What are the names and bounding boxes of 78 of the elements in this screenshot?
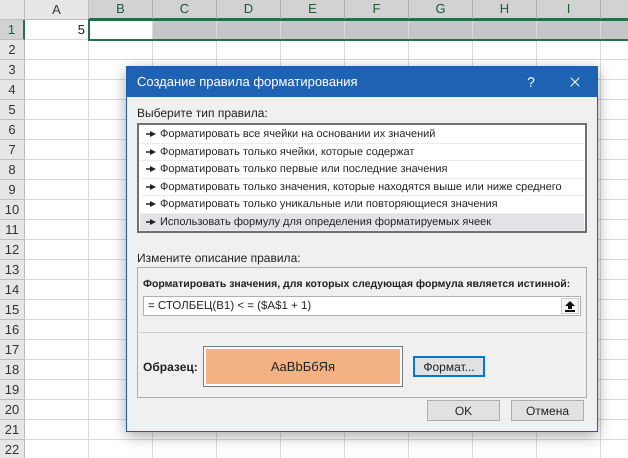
grid-cell [25,240,89,260]
row-header[interactable]: 16 [0,320,25,340]
row-header[interactable]: 4 [0,80,25,100]
row-header[interactable]: 14 [0,280,25,300]
column-header[interactable]: I [537,0,601,20]
grid-cell [25,320,89,340]
rule-type-item[interactable]: Использовать формулу для определения форматируемых ячеек [140,214,584,231]
grid-cell [25,100,89,120]
row-header[interactable]: 22 [0,440,25,458]
rule-type-label: Выберите тип правила: [137,106,269,120]
formula-field[interactable]: = СТОЛБЕЦ(B1) < = ($A$1 + 1) [143,296,581,316]
row-header[interactable]: 10 [0,200,25,220]
dialog-button[interactable]: OK [427,400,500,421]
grid-cell [409,20,473,40]
help-button[interactable]: ? [509,67,553,97]
column-header[interactable]: D [217,0,281,20]
row-header[interactable]: 2 [0,40,25,60]
upload-arrow-icon [565,300,575,312]
rule-type-item[interactable]: Форматировать только ячейки, которые содержат [140,144,584,161]
grid-cell [153,20,217,40]
column-header[interactable]: E [281,0,345,20]
row-header[interactable]: 20 [0,400,25,420]
row-header[interactable]: 21 [0,420,25,440]
dialog-button[interactable]: Отмена [511,400,584,421]
column-header[interactable]: H [473,0,537,20]
preview-label: Образец: [143,358,199,376]
rule-type-item[interactable]: Форматировать только уникальные или повторяющиеся значения [140,196,584,214]
row-header[interactable]: 5 [0,100,25,120]
grid-cell [25,420,89,440]
grid-cell [25,180,89,200]
row-header[interactable]: 18 [0,360,25,380]
grid-cell [25,60,89,80]
column-header[interactable]: A [25,0,89,20]
grid-cell [25,160,89,180]
grid-cell [25,140,89,160]
rule-type-item[interactable]: Форматировать только значения, которые находятся выше или ниже среднего [140,178,584,196]
row-header[interactable]: 7 [0,140,25,160]
grid-cell [473,20,537,40]
grid-cell [25,380,89,400]
row-header[interactable]: 8 [0,160,25,180]
row-header[interactable]: 6 [0,120,25,140]
rule-type-item[interactable]: Форматировать только первые или последние значения [140,161,584,178]
grid-cell [217,20,281,40]
row-header[interactable]: 13 [0,260,25,280]
grid-cell [25,300,89,320]
row-header[interactable]: 15 [0,300,25,320]
grid-cell [25,400,89,420]
grid-cell [345,20,409,40]
cell-value: 5 [78,20,85,39]
column-header[interactable]: G [409,0,473,20]
grid-cell [25,360,89,380]
column-header[interactable]: C [153,0,217,20]
row-header[interactable]: 19 [0,380,25,400]
column-header[interactable]: B [89,0,153,20]
row-header[interactable]: 11 [0,220,25,240]
grid-cell [281,20,345,40]
rule-type-item[interactable]: Форматировать все ячейки на основании их значений [140,126,584,144]
grid-cell [25,260,89,280]
row-header[interactable]: 12 [0,240,25,260]
grid-cell [25,220,89,240]
grid-cell [25,280,89,300]
grid-cell [25,120,89,140]
row-header[interactable]: 17 [0,340,25,360]
formula-label: Форматировать значения, для которых следующая формула является истинной: [143,277,570,291]
grid-cell [25,200,89,220]
grid-cell [537,20,601,40]
collapse-button[interactable] [561,298,579,314]
grid-cell [25,80,89,100]
grid-cell [25,340,89,360]
description-label: Измените описание правила: [137,251,302,265]
window-title: Создание правила форматирования [137,73,359,92]
format-button[interactable]: Формат... [413,356,485,377]
row-header[interactable]: 9 [0,180,25,200]
grid-cell [89,40,153,60]
row-header[interactable]: 1 [0,20,25,40]
row-header[interactable]: 3 [0,60,25,80]
column-header[interactable]: F [345,0,409,20]
preview-sample: AaBbБбЯя [206,349,400,384]
